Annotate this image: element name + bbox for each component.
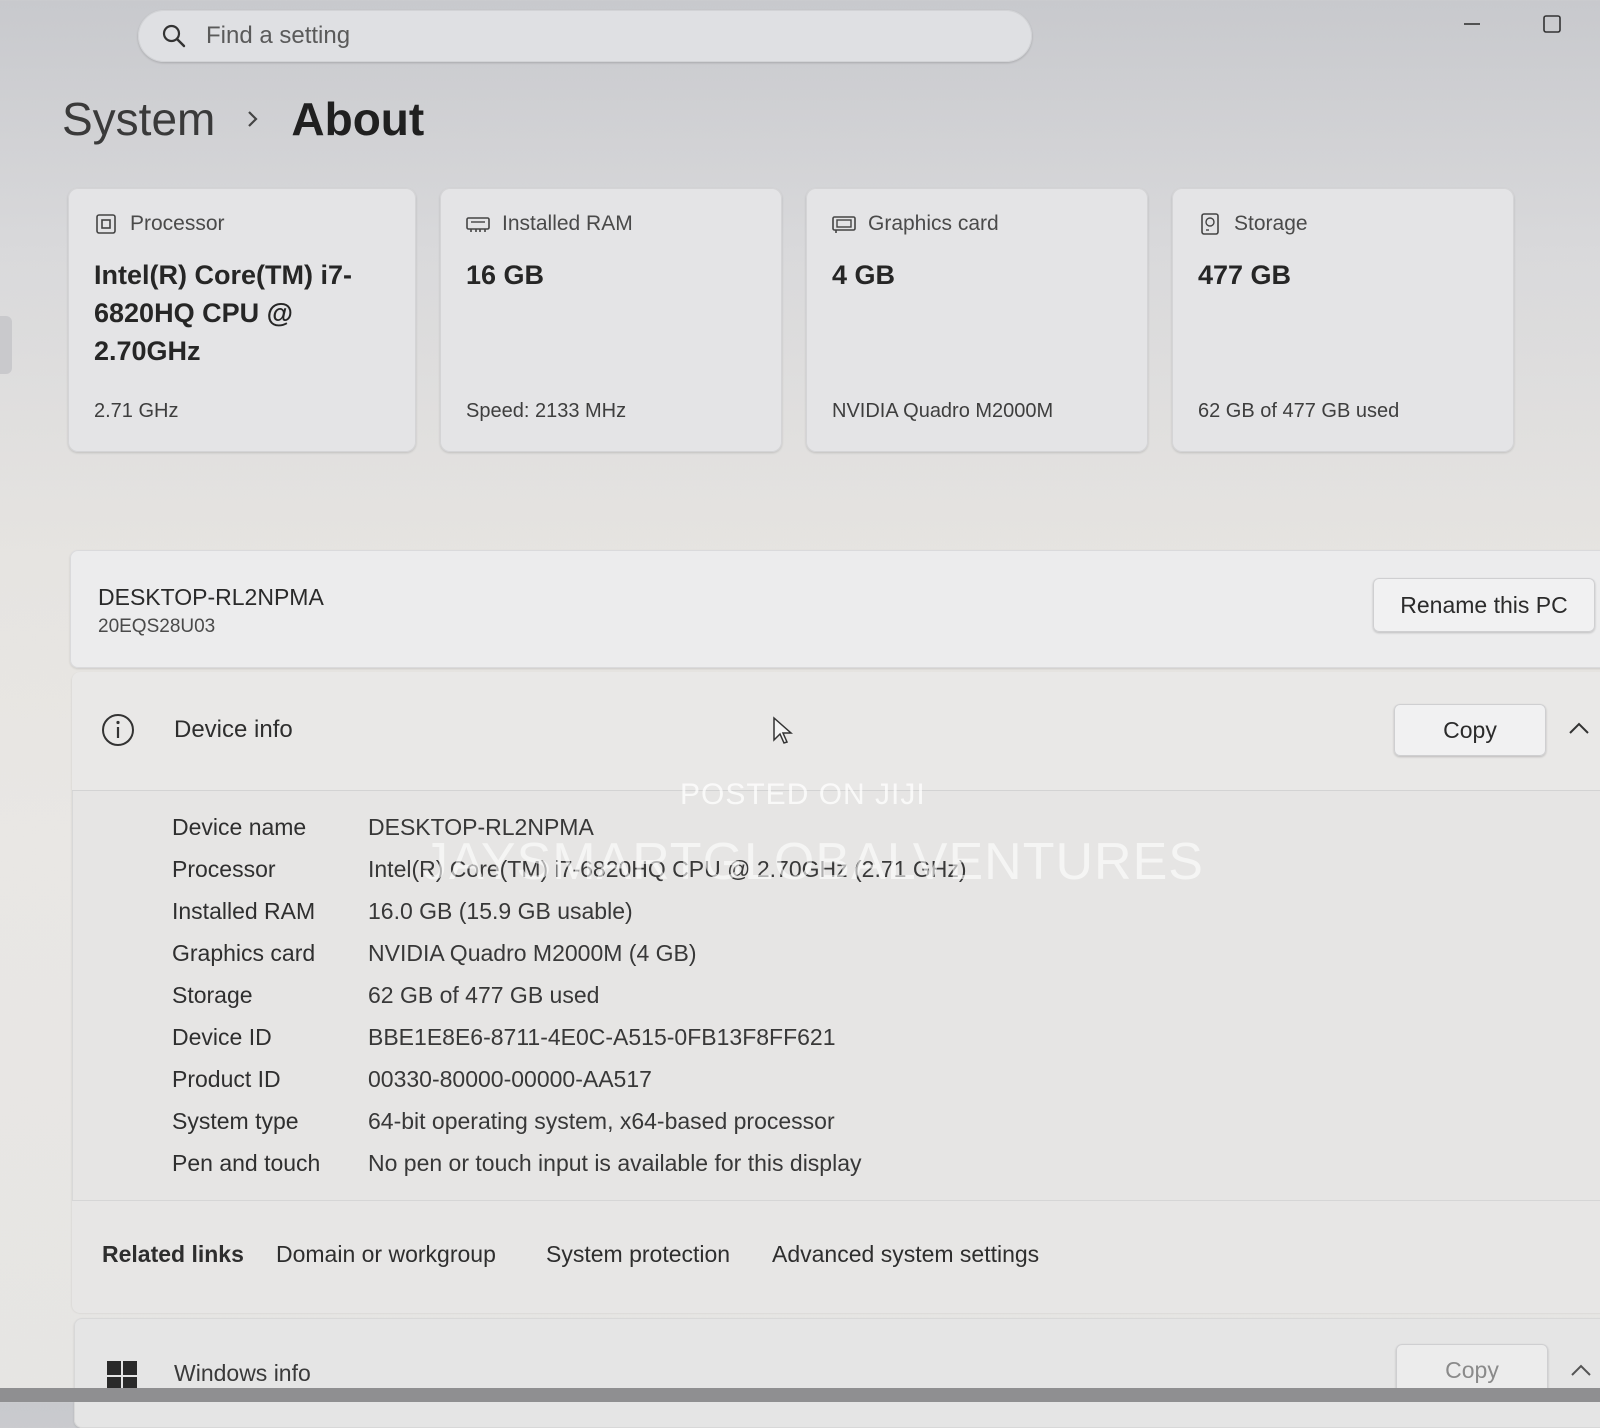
- watermark-seller: JAYSMARTGLOBALVENTURES: [422, 833, 1204, 891]
- windows-info-title: Windows info: [174, 1360, 311, 1386]
- related-links-title: Related links: [102, 1241, 244, 1267]
- page-title: About: [291, 93, 425, 145]
- spec-label: System type: [172, 1107, 299, 1134]
- card-sub: 62 GB of 477 GB used: [1198, 400, 1400, 422]
- card-value: 16 GB: [466, 260, 545, 290]
- system-protection-link[interactable]: System protection: [546, 1241, 730, 1268]
- device-info-header[interactable]: Device info Copy: [72, 672, 1600, 791]
- spec-value: 62 GB of 477 GB used: [368, 981, 600, 1008]
- spec-row: Graphics card NVIDIA Quadro M2000M (4 GB…: [172, 932, 1572, 974]
- ram-card: Installed RAM 16 GB Speed: 2133 MHz: [440, 188, 782, 452]
- chevron-up-icon[interactable]: [1568, 1358, 1594, 1384]
- rename-pc-button[interactable]: Rename this PC: [1373, 578, 1595, 632]
- spec-value: BBE1E8E6-8711-4E0C-A515-0FB13F8FF621: [368, 1023, 836, 1050]
- sidebar-edge: [0, 316, 12, 374]
- pc-name: DESKTOP-RL2NPMA: [98, 584, 324, 610]
- spec-value: 16.0 GB (15.9 GB usable): [368, 897, 633, 924]
- spec-row: Product ID 00330-80000-00000-AA517: [172, 1058, 1572, 1100]
- domain-or-workgroup-link[interactable]: Domain or workgroup: [276, 1241, 496, 1268]
- card-label: Storage: [1234, 212, 1308, 235]
- maximize-icon: [1543, 15, 1561, 33]
- spec-label: Graphics card: [172, 939, 316, 966]
- search-icon: [160, 22, 188, 50]
- maximize-button[interactable]: [1530, 6, 1574, 42]
- card-sub: Speed: 2133 MHz: [466, 400, 627, 422]
- minimize-icon: [1464, 23, 1480, 25]
- spec-label: Processor: [172, 855, 276, 882]
- advanced-system-settings-link[interactable]: Advanced system settings: [772, 1241, 1039, 1268]
- spec-value: 64-bit operating system, x64-based proce…: [368, 1107, 835, 1134]
- windows-info-header[interactable]: Windows info Copy: [74, 1318, 1600, 1428]
- card-label: Processor: [130, 212, 225, 235]
- spec-row: Installed RAM 16.0 GB (15.9 GB usable): [172, 890, 1572, 932]
- spec-label: Pen and touch: [172, 1149, 321, 1176]
- processor-icon: [94, 212, 118, 236]
- search-input[interactable]: [204, 21, 968, 51]
- card-sub: NVIDIA Quadro M2000M: [832, 400, 1054, 422]
- card-value: 4 GB: [832, 260, 896, 290]
- storage-icon: [1198, 212, 1222, 236]
- spec-label: Device name: [172, 813, 307, 840]
- mouse-cursor-icon: [773, 716, 793, 744]
- pc-name-row: DESKTOP-RL2NPMA 20EQS28U03 Rename this P…: [70, 550, 1600, 668]
- ram-icon: [466, 212, 490, 236]
- minimize-button[interactable]: [1450, 6, 1494, 42]
- card-label: Graphics card: [868, 212, 999, 235]
- spec-value: No pen or touch input is available for t…: [368, 1149, 862, 1176]
- chevron-up-icon[interactable]: [1566, 716, 1592, 742]
- storage-card: Storage 477 GB 62 GB of 477 GB used: [1172, 188, 1514, 452]
- card-sub: 2.71 GHz: [94, 400, 179, 422]
- device-info-panel: Device info Copy Device name DESKTOP-RL2…: [72, 672, 1600, 1313]
- spec-value: NVIDIA Quadro M2000M (4 GB): [368, 939, 697, 966]
- card-label: Installed RAM: [502, 212, 633, 235]
- breadcrumb-system[interactable]: System: [62, 92, 215, 146]
- spec-value: 00330-80000-00000-AA517: [368, 1065, 652, 1092]
- chevron-right-icon: [245, 108, 261, 130]
- screen-bezel: [0, 1388, 1600, 1402]
- breadcrumb: System About: [62, 92, 424, 146]
- watermark-posted: POSTED ON JIJI: [680, 778, 926, 811]
- pc-model: 20EQS28U03: [98, 616, 216, 637]
- search-box[interactable]: [138, 10, 1032, 62]
- spec-label: Device ID: [172, 1023, 272, 1050]
- processor-card: Processor Intel(R) Core(TM) i7-6820HQ CP…: [68, 188, 416, 452]
- card-value: Intel(R) Core(TM) i7-6820HQ CPU @ 2.70GH…: [94, 260, 352, 366]
- related-links-bar: Related links Domain or workgroup System…: [72, 1200, 1600, 1313]
- graphics-card-icon: [832, 212, 856, 236]
- spec-row: Device ID BBE1E8E6-8711-4E0C-A515-0FB13F…: [172, 1016, 1572, 1058]
- spec-label: Installed RAM: [172, 897, 316, 924]
- graphics-card-card: Graphics card 4 GB NVIDIA Quadro M2000M: [806, 188, 1148, 452]
- spec-row: System type 64-bit operating system, x64…: [172, 1100, 1572, 1142]
- spec-row: Pen and touch No pen or touch input is a…: [172, 1142, 1572, 1184]
- copy-device-info-button[interactable]: Copy: [1394, 704, 1546, 756]
- info-icon: [102, 714, 134, 746]
- card-value: 477 GB: [1198, 260, 1292, 290]
- spec-label: Storage: [172, 981, 253, 1008]
- device-info-title: Device info: [174, 716, 293, 743]
- spec-row: Storage 62 GB of 477 GB used: [172, 974, 1572, 1016]
- spec-label: Product ID: [172, 1065, 281, 1092]
